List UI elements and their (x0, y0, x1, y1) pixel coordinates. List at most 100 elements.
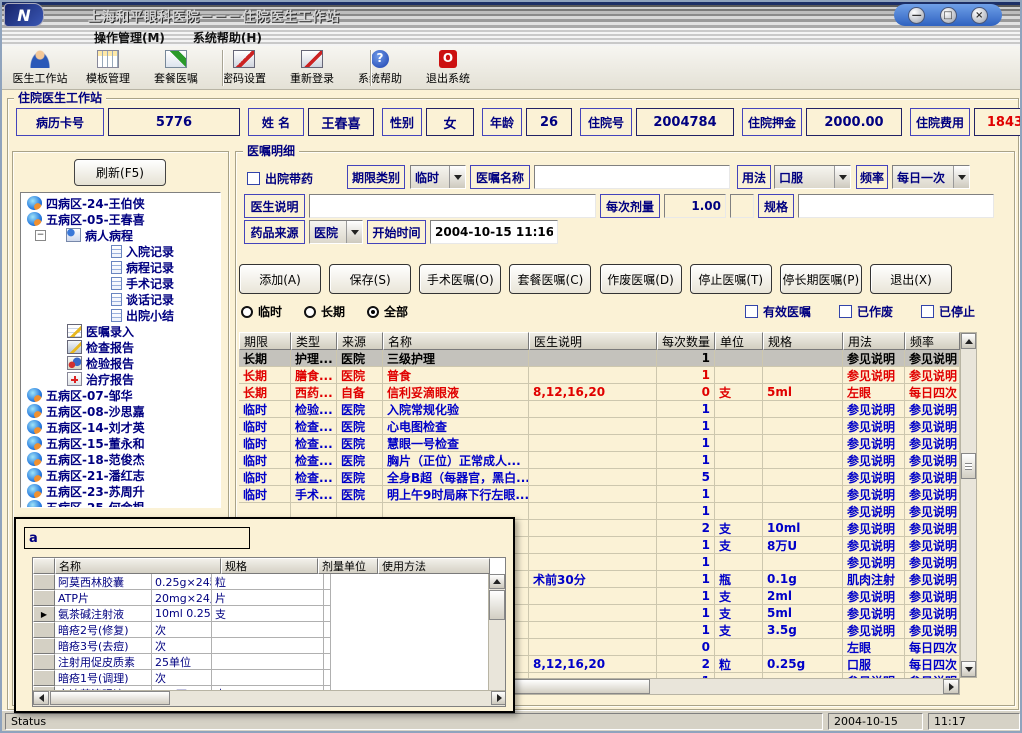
drug-row[interactable]: ▶ 氨茶碱注射液 10ml 0.25g 支 (33, 606, 490, 622)
tree-item[interactable]: 出院小结 (21, 307, 220, 323)
order-row[interactable]: 临时 检验... 医院 入院常规化验 1 参见说明 参见说明 (239, 401, 960, 418)
action-button[interactable]: 保存(S) (329, 264, 411, 294)
action-button[interactable]: 退出(X) (870, 264, 952, 294)
scroll-right-icon[interactable] (491, 691, 506, 705)
drug-search-input[interactable] (24, 527, 250, 549)
vertical-scroll-thumb[interactable] (489, 590, 505, 620)
tree-item[interactable]: 医嘱录入 (21, 323, 220, 339)
drug-source-select[interactable]: 医院 (309, 220, 363, 244)
menu-item[interactable]: 系统帮助(H) (193, 29, 262, 46)
action-button[interactable]: 作废医嘱(D) (600, 264, 682, 294)
tree-item[interactable]: 五病区-21-潘红志 (21, 467, 220, 483)
toolbar-button[interactable]: 医生工作站 (6, 48, 74, 88)
term-type-select[interactable]: 临时 (410, 165, 466, 189)
action-button[interactable]: 添加(A) (239, 264, 321, 294)
drug-row[interactable]: 暗疮1号(调理) 次 (33, 670, 490, 686)
start-time-input[interactable] (430, 220, 558, 244)
spec-input[interactable] (798, 194, 994, 218)
orders-column-header[interactable]: 每次数量 (657, 332, 715, 350)
refresh-button[interactable]: 刷新(F5) (74, 159, 166, 186)
tree-item[interactable]: 五病区-18-范俊杰 (21, 451, 220, 467)
order-name-input[interactable] (534, 165, 730, 189)
tree-item[interactable]: 五病区-15-董永和 (21, 435, 220, 451)
orders-column-header[interactable]: 名称 (383, 332, 529, 350)
order-row[interactable]: 长期 护理... 医院 三级护理 1 参见说明 参见说明 (239, 350, 960, 367)
doctor-note-input[interactable] (309, 194, 596, 218)
checkbox-icon[interactable] (921, 305, 934, 318)
tree-item[interactable]: 五病区-23-苏周升 (21, 483, 220, 499)
order-row[interactable]: 临时 检查... 医院 心电图检查 1 参见说明 参见说明 (239, 418, 960, 435)
dropdown-arrow-icon[interactable] (953, 166, 969, 188)
orders-column-header[interactable]: 期限 (239, 332, 291, 350)
filter-radio[interactable]: 临时 (241, 303, 282, 320)
dose-unit-box[interactable] (730, 194, 754, 218)
checkbox-icon[interactable] (745, 305, 758, 318)
vertical-scroll-thumb[interactable] (961, 453, 976, 479)
filter-checkbox[interactable]: 有效医嘱 (745, 303, 811, 320)
dropdown-arrow-icon[interactable] (449, 166, 465, 188)
orders-column-header[interactable]: 类型 (291, 332, 337, 350)
orders-column-header[interactable]: 频率 (905, 332, 960, 350)
checkbox-icon[interactable] (839, 305, 852, 318)
order-row[interactable]: 临时 检查... 医院 胸片（正位）正常成人... 1 参见说明 参见说明 (239, 452, 960, 469)
drug-row[interactable]: 暗疮3号(去痘) 次 (33, 638, 490, 654)
tree-item[interactable]: 手术记录 (21, 275, 220, 291)
tree-item[interactable]: 五病区-07-邹华 (21, 387, 220, 403)
tree-item[interactable]: 病人病程 (21, 227, 220, 243)
dose-value[interactable]: 1.00 (664, 194, 726, 218)
toolbar-button[interactable]: 重新登录 (278, 48, 346, 88)
menu-item[interactable]: 操作管理(M) (94, 29, 165, 46)
drug-row[interactable]: 注射用促皮质素 25单位 (33, 654, 490, 670)
patient-tree[interactable]: 四病区-24-王伯侠 五病区-05-王春喜 病人病程 入院记录 (20, 192, 221, 508)
minimize-button[interactable]: — (908, 7, 925, 24)
tree-item[interactable]: 谈话记录 (21, 291, 220, 307)
collapse-minus-icon[interactable] (35, 230, 46, 241)
orders-column-header[interactable]: 规格 (763, 332, 843, 350)
drug-column-header[interactable]: 使用方法 (378, 558, 490, 574)
close-button[interactable]: × (971, 7, 988, 24)
tree-item[interactable]: 入院记录 (21, 243, 220, 259)
order-row[interactable]: 临时 检查... 医院 慧眼一号检查 1 参见说明 参见说明 (239, 435, 960, 452)
drug-row[interactable]: 阿莫西林胶囊 0.25g×24粒 粒 (33, 574, 490, 590)
scroll-up-icon[interactable] (489, 574, 505, 589)
order-row[interactable]: 临时 手术... 医院 明上午9时局麻下行左眼... 1 参见说明 参见说明 (239, 486, 960, 503)
action-button[interactable]: 停止医嘱(T) (690, 264, 772, 294)
action-button[interactable]: 手术医嘱(O) (419, 264, 501, 294)
drug-column-header[interactable]: 规格 (221, 558, 318, 574)
order-row[interactable]: 长期 西药... 自备 信利妥滴眼液 8,12,16,20 0 支 5ml 左眼… (239, 384, 960, 401)
orders-column-header[interactable]: 单位 (715, 332, 763, 350)
filter-radio[interactable]: 全部 (367, 303, 408, 320)
action-button[interactable]: 停长期医嘱(P) (780, 264, 862, 294)
drug-vertical-scrollbar[interactable] (488, 574, 505, 692)
tree-item[interactable]: 治疗报告 (21, 371, 220, 387)
horizontal-scroll-thumb[interactable] (50, 691, 170, 705)
scroll-left-icon[interactable] (33, 691, 49, 705)
drug-row[interactable]: ATP片 20mg×24片 片 (33, 590, 490, 606)
radio-icon[interactable] (304, 306, 316, 318)
filter-checkbox[interactable]: 已作废 (839, 303, 893, 320)
toolbar-button[interactable]: 模板管理 (74, 48, 142, 88)
order-row[interactable]: 长期 膳食... 医院 普食 1 参见说明 参见说明 (239, 367, 960, 384)
toolbar-button[interactable]: 退出系统 (414, 48, 482, 88)
scroll-up-icon[interactable] (961, 333, 976, 349)
dropdown-arrow-icon[interactable] (834, 166, 850, 188)
tree-item[interactable]: 五病区-08-沙思嘉 (21, 403, 220, 419)
frequency-select[interactable]: 每日一次 (892, 165, 970, 189)
toolbar-button[interactable]: 系统帮助 (346, 48, 414, 88)
filter-checkbox[interactable]: 已停止 (921, 303, 975, 320)
tree-item[interactable]: 五病区-05-王春喜 (21, 211, 220, 227)
filter-radio[interactable]: 长期 (304, 303, 345, 320)
toolbar-button[interactable]: 密码设置 (210, 48, 278, 88)
usage-select[interactable]: 口服 (774, 165, 851, 189)
drug-row[interactable]: 暗疮2号(修复) 次 (33, 622, 490, 638)
orders-column-header[interactable]: 用法 (843, 332, 905, 350)
tree-item[interactable]: 五病区-14-刘才英 (21, 419, 220, 435)
order-row[interactable]: 临时 检查... 医院 全身B超（每器官，黑白... 5 参见说明 参见说明 (239, 469, 960, 486)
tree-item[interactable]: 病程记录 (21, 259, 220, 275)
orders-vertical-scrollbar[interactable] (960, 332, 977, 678)
tree-item[interactable]: 检查报告 (21, 339, 220, 355)
drug-column-header[interactable]: 名称 (55, 558, 221, 574)
scroll-down-icon[interactable] (961, 661, 976, 677)
discharge-med-checkbox[interactable]: 出院带药 (247, 170, 313, 187)
scroll-right-icon[interactable] (943, 679, 959, 694)
